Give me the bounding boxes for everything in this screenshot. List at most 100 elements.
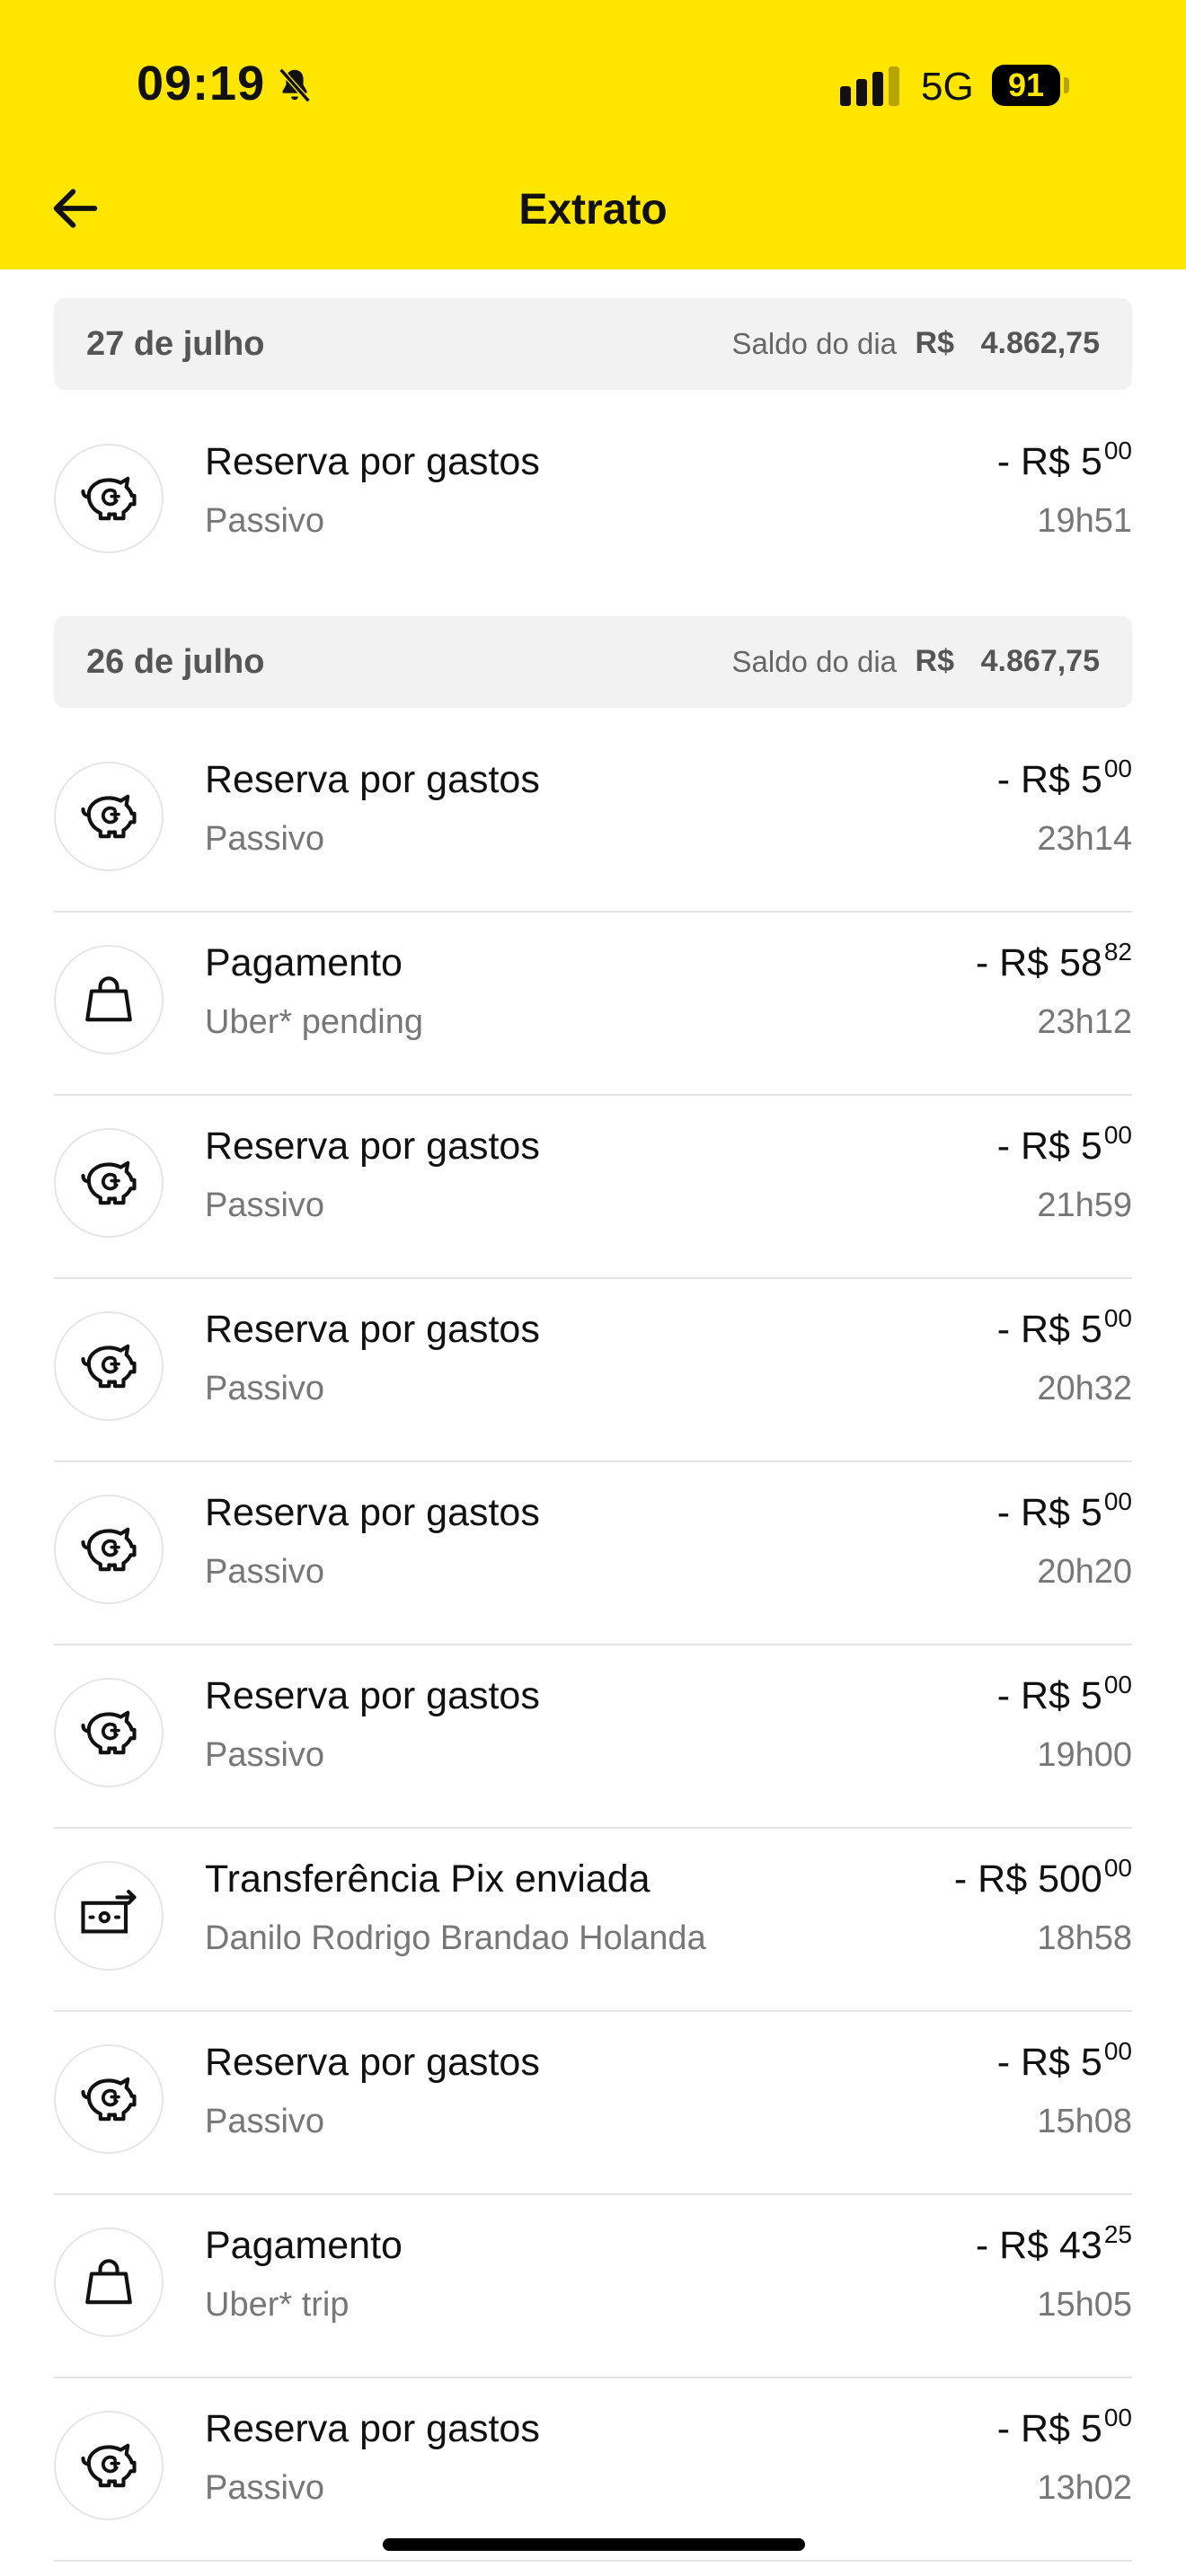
money-transfer-icon: [75, 1882, 143, 1950]
transaction-amount: - R$ 500: [996, 437, 1132, 484]
transaction-title: Reserva por gastos: [205, 1674, 540, 1717]
transaction-amount-cents: 00: [1103, 1854, 1132, 1882]
transaction-row[interactable]: Reserva por gastos Passivo - R$ 500 20h32: [54, 1277, 1132, 1462]
transaction-subtitle: Passivo: [205, 1736, 325, 1774]
transaction-title: Transferência Pix enviada: [205, 1857, 651, 1901]
transaction-amount-main: - R$ 5: [996, 1674, 1102, 1717]
transaction-row[interactable]: Reserva por gastos Passivo - R$ 500 19h51: [54, 410, 1132, 593]
transaction-amount: - R$ 500: [996, 2404, 1132, 2451]
status-time: 09:19: [137, 57, 266, 110]
transaction-row[interactable]: Pagamento Uber* trip - R$ 4325 15h05: [54, 2193, 1132, 2378]
day-header: 27 de julho Saldo do dia R$ 4.862,75: [54, 298, 1132, 390]
transaction-amount-cents: 00: [1103, 754, 1132, 782]
transaction-amount-cents: 00: [1103, 2404, 1132, 2431]
transaction-amount: - R$ 500: [997, 1304, 1132, 1352]
transaction-time: 19h51: [1037, 502, 1132, 540]
transaction-row[interactable]: Reserva por gastos Passivo - R$ 500 23h14: [54, 728, 1132, 913]
transaction-amount: - R$ 500: [996, 2037, 1132, 2085]
transaction-subtitle: Passivo: [205, 1370, 325, 1407]
transaction-amount: - R$ 500: [996, 1671, 1132, 1718]
transaction-amount-main: - R$ 5: [996, 1125, 1102, 1168]
transaction-icon-circle: [54, 2228, 164, 2337]
piggy-bank-icon: [75, 1698, 143, 1767]
piggy-bank-icon: [75, 464, 143, 533]
transaction-title: Pagamento: [205, 941, 403, 984]
signal-icon: [840, 66, 899, 106]
transaction-icon-circle: [54, 945, 164, 1054]
transaction-amount: - R$ 50000: [953, 1854, 1132, 1901]
transaction-amount-cents: 82: [1103, 938, 1132, 966]
transaction-row[interactable]: Reserva por gastos Passivo - R$ 500 15h08: [54, 2010, 1132, 2195]
transaction-icon-circle: [54, 1861, 164, 1971]
transaction-time: 15h08: [1037, 2103, 1132, 2140]
top-bar: 09:19 5G 91 Extrato: [0, 0, 1186, 269]
transaction-amount-main: - R$ 5: [996, 1491, 1102, 1534]
transaction-title: Reserva por gastos: [205, 1308, 540, 1351]
transaction-row[interactable]: Reserva por gastos Passivo - R$ 500 19h00: [54, 1644, 1132, 1829]
transaction-icon-circle: [54, 1678, 164, 1787]
transaction-title: Reserva por gastos: [205, 2041, 540, 2084]
transaction-amount-main: - R$ 500: [953, 1857, 1102, 1901]
transaction-subtitle: Uber* pending: [205, 1003, 423, 1041]
piggy-bank-icon: [75, 2431, 143, 2500]
transaction-subtitle: Passivo: [205, 1553, 325, 1591]
piggy-bank-icon: [75, 1332, 143, 1400]
day-balance-currency: R$: [915, 326, 954, 360]
transaction-title: Pagamento: [205, 2224, 403, 2267]
day-date: 27 de julho: [86, 325, 265, 363]
transaction-time: 23h12: [1037, 1003, 1132, 1041]
transaction-amount-main: - R$ 5: [996, 2041, 1102, 2084]
transaction-amount: - R$ 500: [996, 1121, 1132, 1169]
transaction-amount-cents: 00: [1103, 1121, 1132, 1149]
transaction-subtitle: Passivo: [205, 2469, 325, 2507]
day-balance-value: 4.862,75: [980, 326, 1100, 360]
transaction-title: Reserva por gastos: [205, 440, 540, 483]
transaction-amount-main: - R$ 58: [975, 941, 1102, 984]
shopping-bag-icon: [75, 2248, 143, 2316]
transaction-title: Reserva por gastos: [205, 1491, 540, 1534]
transaction-amount: - R$ 5882: [975, 938, 1132, 985]
transaction-amount-cents: 00: [1103, 1671, 1132, 1698]
transaction-time: 18h58: [1037, 1919, 1132, 1957]
transaction-amount-cents: 00: [1103, 437, 1132, 464]
battery-level: 91: [992, 65, 1060, 106]
day-balance-currency: R$: [915, 644, 954, 678]
transaction-row[interactable]: Transferência Pix enviada Danilo Rodrigo …: [54, 1827, 1132, 2012]
transaction-subtitle: Passivo: [205, 1187, 325, 1224]
transaction-subtitle: Uber* trip: [205, 2286, 350, 2324]
day-balance-label: Saldo do dia: [731, 327, 897, 360]
transaction-title: Reserva por gastos: [205, 2407, 540, 2450]
home-indicator: [383, 2538, 805, 2551]
transaction-icon-circle: [54, 1311, 164, 1421]
transaction-amount-main: - R$ 5: [996, 2407, 1102, 2450]
transaction-amount-main: - R$ 43: [975, 2224, 1102, 2267]
transaction-icon-circle: [54, 2411, 164, 2520]
day-header: 26 de julho Saldo do dia R$ 4.867,75: [54, 616, 1132, 708]
transaction-subtitle: Passivo: [205, 820, 325, 858]
transaction-time: 20h32: [1037, 1370, 1132, 1407]
transaction-row[interactable]: Pagamento Uber* pending - R$ 5882 23h12: [54, 911, 1132, 1096]
transaction-row[interactable]: Reserva por gastos Passivo - R$ 500 21h59: [54, 1094, 1132, 1279]
day-date: 26 de julho: [86, 643, 265, 681]
transaction-icon-circle: [54, 444, 164, 553]
transaction-amount-cents: 25: [1103, 2220, 1132, 2248]
piggy-bank-icon: [75, 2065, 143, 2133]
transaction-icon-circle: [54, 2044, 164, 2154]
transaction-amount-cents: 00: [1103, 1304, 1132, 1332]
transaction-icon-circle: [54, 1128, 164, 1238]
transaction-amount: - R$ 500: [996, 1487, 1132, 1535]
transaction-amount-main: - R$ 5: [996, 440, 1102, 483]
transaction-amount: - R$ 500: [996, 754, 1132, 802]
transaction-row[interactable]: Reserva por gastos Passivo - R$ 500 13h02: [54, 2377, 1132, 2562]
transaction-row[interactable]: Reserva por gastos Passivo - R$ 500 20h20: [54, 1460, 1132, 1645]
bell-off-icon: [279, 67, 311, 103]
transaction-time: 20h20: [1037, 1553, 1132, 1591]
battery-tip: [1064, 77, 1069, 93]
transaction-time: 21h59: [1037, 1187, 1132, 1224]
transaction-amount-main: - R$ 5: [996, 758, 1102, 801]
network-type: 5G: [921, 65, 974, 109]
transaction-icon-circle: [54, 1495, 164, 1604]
page-title: Extrato: [518, 186, 668, 234]
piggy-bank-icon: [75, 1515, 143, 1584]
shopping-bag-icon: [75, 966, 143, 1034]
